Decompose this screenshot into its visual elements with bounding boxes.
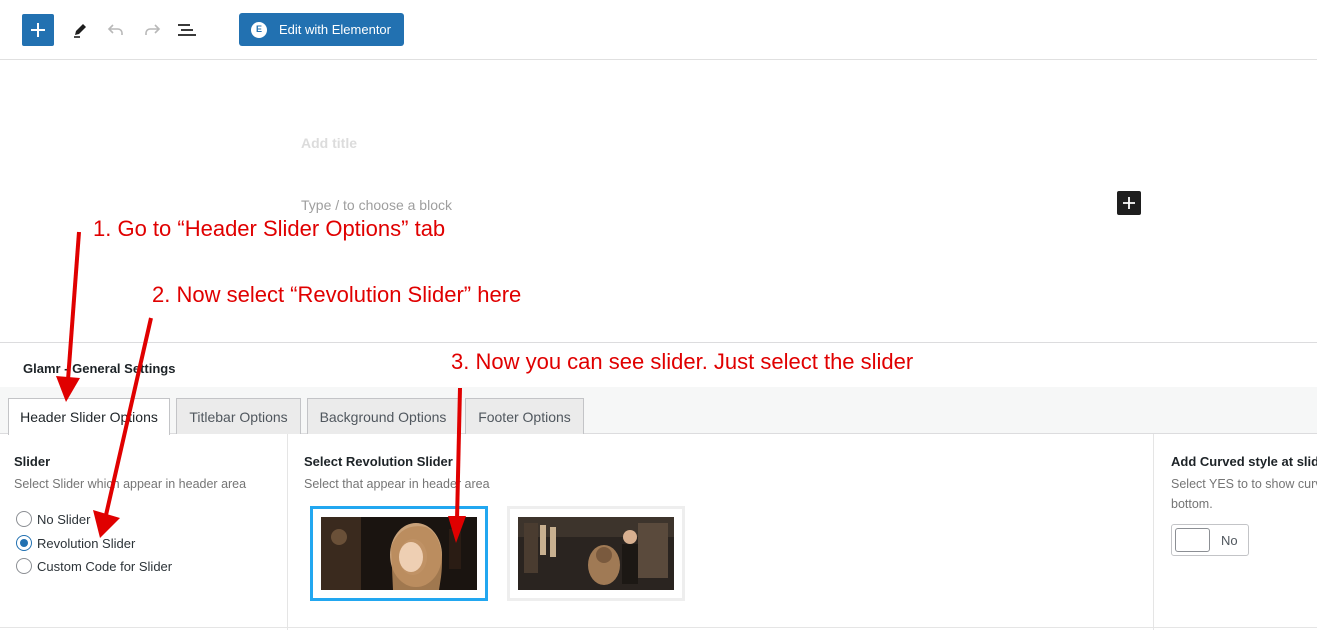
- tab-titlebar-options[interactable]: Titlebar Options: [176, 398, 301, 434]
- annotation-step-1: 1. Go to “Header Slider Options” tab: [93, 216, 446, 241]
- slider-label: Slider: [14, 454, 51, 469]
- curved-style-toggle[interactable]: No: [1171, 524, 1249, 556]
- curved-style-description-2: bottom.: [1171, 497, 1213, 511]
- settings-tabs: Header Slider Options Titlebar Options B…: [0, 387, 1317, 435]
- curved-style-label: Add Curved style at slide: [1171, 454, 1317, 469]
- toggle-knob[interactable]: [1175, 528, 1210, 552]
- editor-toolbar: E Edit with Elementor: [0, 0, 1317, 60]
- tools-button[interactable]: [68, 18, 92, 42]
- inline-add-block-button[interactable]: [1117, 191, 1141, 215]
- plus-icon: [1123, 197, 1135, 209]
- slider-description: Select Slider which appear in header are…: [14, 477, 247, 491]
- radio-circle[interactable]: [16, 558, 32, 574]
- undo-button[interactable]: [104, 18, 128, 42]
- tab-footer-options[interactable]: Footer Options: [465, 398, 584, 434]
- post-title-input[interactable]: Add title: [301, 135, 357, 151]
- redo-icon: [145, 24, 161, 35]
- radio-no-slider[interactable]: No Slider: [16, 511, 90, 527]
- general-settings-metabox: Glamr - General Settings Header Slider O…: [0, 342, 1317, 632]
- edit-with-elementor-label: Edit with Elementor: [279, 22, 391, 37]
- radio-label: Revolution Slider: [37, 535, 136, 551]
- revolution-slider-label: Select Revolution Slider: [304, 454, 453, 469]
- slider-thumbnail-2[interactable]: [507, 506, 685, 601]
- radio-revolution-slider[interactable]: Revolution Slider: [16, 535, 135, 551]
- tab-header-slider-options[interactable]: Header Slider Options: [8, 398, 170, 435]
- slider-image-1: [321, 517, 477, 590]
- annotation-step-2: 2. Now select “Revolution Slider” here: [152, 282, 522, 307]
- list-view-icon: [178, 24, 196, 36]
- radio-circle[interactable]: [16, 511, 32, 527]
- plus-icon: [31, 23, 45, 37]
- revolution-slider-description: Select that appear in header area: [304, 477, 490, 491]
- radio-custom-code-slider[interactable]: Custom Code for Slider: [16, 558, 172, 574]
- undo-icon: [107, 24, 123, 35]
- revolution-slider-field: Select Revolution Slider Select that app…: [288, 434, 1154, 630]
- radio-label: No Slider: [37, 511, 91, 527]
- edit-with-elementor-button[interactable]: E Edit with Elementor: [239, 13, 404, 46]
- curved-style-field: Add Curved style at slide Select YES to …: [1155, 434, 1317, 630]
- elementor-logo-icon: E: [251, 21, 267, 38]
- toggle-label: No: [1221, 533, 1238, 548]
- metabox-bottom-divider: [0, 627, 1317, 628]
- block-placeholder[interactable]: Type / to choose a block: [301, 197, 452, 213]
- radio-label: Custom Code for Slider: [37, 558, 173, 574]
- slider-image-2: [518, 517, 674, 590]
- slider-field: Slider Select Slider which appear in hea…: [0, 434, 288, 630]
- tab-background-options[interactable]: Background Options: [307, 398, 459, 434]
- redo-button[interactable]: [140, 18, 164, 42]
- metabox-title: Glamr - General Settings: [23, 361, 176, 376]
- add-block-button[interactable]: [22, 14, 54, 46]
- pencil-icon: [74, 24, 86, 38]
- annotation-step-3: 3. Now you can see slider. Just select t…: [451, 349, 914, 374]
- curved-style-description: Select YES to to show curv: [1171, 477, 1317, 491]
- document-outline-button[interactable]: [175, 18, 199, 42]
- slider-thumbnail-1[interactable]: [310, 506, 488, 601]
- radio-circle[interactable]: [16, 535, 32, 551]
